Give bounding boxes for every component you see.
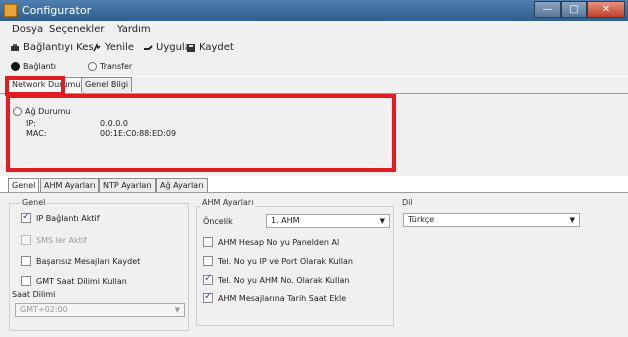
- apply-button[interactable]: Uygula: [143, 42, 191, 53]
- ahm-tel-no-label: Tel. No yu AHM No. Olarak Kullan: [218, 275, 350, 285]
- save-icon: [187, 43, 195, 52]
- gmt-label: GMT Saat Dilimi Kullan: [36, 276, 127, 286]
- menu-secenekler[interactable]: Seçenekler: [49, 24, 104, 35]
- priority-label: Öncelik: [203, 217, 233, 226]
- language-value: Türkçe: [408, 215, 435, 224]
- disconnect-button[interactable]: Bağlantıyı Kes: [10, 42, 94, 53]
- settings-panel: Genel IP Bağlantı Aktif SMS ler Aktif Ba…: [0, 192, 628, 337]
- refresh-icon: [93, 42, 101, 51]
- menu-dosya[interactable]: Dosya: [12, 24, 43, 35]
- timezone-value: GMT+02:00: [20, 305, 68, 314]
- failed-messages-option: Başarısız Mesajları Kaydet: [21, 256, 140, 266]
- chevron-down-icon: ▼: [569, 216, 575, 224]
- priority-select[interactable]: 1. AHM ▼: [266, 214, 390, 228]
- ahm-datetime-label: AHM Mesajlarına Tarih Saat Ekle: [218, 293, 347, 303]
- timezone-label: Saat Dilimi: [12, 290, 56, 299]
- transfer-radio[interactable]: [88, 62, 97, 71]
- connection-label: Bağlantı: [23, 62, 57, 71]
- save-label: Kaydet: [199, 42, 234, 53]
- ahm-option-datetime: AHM Mesajlarına Tarih Saat Ekle: [203, 291, 347, 303]
- save-button[interactable]: Kaydet: [186, 42, 234, 53]
- top-tab-strip: Network Durumu Genel Bilgi: [0, 77, 628, 94]
- mode-selector: Bağlantı Transfer: [0, 58, 628, 76]
- sms-option: SMS ler Aktif: [21, 235, 87, 245]
- toolbar: Bağlantıyı Kes Yenile Uygula Kaydet: [0, 38, 628, 58]
- highlight-box-panel: [6, 94, 396, 172]
- failed-messages-checkbox[interactable]: [21, 256, 31, 266]
- ip-connection-label: IP Bağlantı Aktif: [36, 213, 100, 223]
- gmt-option: GMT Saat Dilimi Kullan: [21, 276, 127, 286]
- tab-network-settings[interactable]: Ağ Ayarları: [156, 178, 208, 193]
- printer-icon: [11, 43, 19, 51]
- general-group-title: Genel: [20, 198, 48, 207]
- title-bar: Configurator — □ ✕: [0, 0, 628, 21]
- language-select[interactable]: Türkçe ▼: [403, 213, 580, 227]
- disconnect-label: Bağlantıyı Kes: [23, 42, 94, 53]
- ahm-account-checkbox[interactable]: [203, 237, 213, 247]
- failed-messages-label: Başarısız Mesajları Kaydet: [36, 256, 141, 266]
- ahm-option-tel-no: Tel. No yu AHM No. Olarak Kullan: [203, 273, 350, 285]
- tab-ahm-settings[interactable]: AHM Ayarları: [40, 178, 100, 193]
- ahm-option-account: AHM Hesap No yu Panelden Al: [203, 237, 339, 247]
- ip-connection-checkbox[interactable]: [21, 211, 31, 223]
- ip-connection-option: IP Bağlantı Aktif: [21, 211, 100, 223]
- ahm-option-ip-port: Tel. No yu IP ve Port Olarak Kullan: [203, 256, 353, 266]
- gmt-checkbox[interactable]: [21, 276, 31, 286]
- ahm-ip-port-label: Tel. No yu IP ve Port Olarak Kullan: [218, 256, 353, 266]
- settings-tab-strip: Genel AHM Ayarları NTP Ayarları Ağ Ayarl…: [0, 178, 628, 195]
- chevron-down-icon: ▼: [379, 217, 385, 225]
- close-button[interactable]: ✕: [587, 1, 625, 18]
- sms-checkbox[interactable]: [21, 235, 31, 245]
- chevron-down-icon: ▼: [174, 306, 180, 314]
- hand-icon: [144, 44, 153, 50]
- ahm-group-title: AHM Ayarları: [200, 198, 256, 207]
- window-title: Configurator: [22, 4, 92, 17]
- ahm-tel-no-checkbox[interactable]: [203, 273, 213, 285]
- ahm-datetime-checkbox[interactable]: [203, 291, 213, 303]
- language-group-title: Dil: [402, 198, 413, 207]
- timezone-select[interactable]: GMT+02:00 ▼: [15, 303, 185, 317]
- app-icon: [4, 4, 17, 17]
- minimize-button[interactable]: —: [534, 1, 561, 18]
- transfer-label: Transfer: [100, 62, 133, 71]
- menu-yardim[interactable]: Yardım: [117, 24, 151, 35]
- connection-radio[interactable]: [11, 62, 20, 71]
- menu-bar: Dosya Seçenekler Yardım: [0, 21, 628, 38]
- priority-value: 1. AHM: [271, 216, 300, 225]
- sms-label: SMS ler Aktif: [36, 235, 87, 245]
- maximize-button[interactable]: □: [561, 1, 587, 18]
- ahm-account-label: AHM Hesap No yu Panelden Al: [218, 237, 340, 247]
- refresh-button[interactable]: Yenile: [92, 42, 134, 53]
- ahm-ip-port-checkbox[interactable]: [203, 256, 213, 266]
- highlight-box-tab: [5, 76, 65, 96]
- tab-general-info[interactable]: Genel Bilgi: [81, 77, 133, 92]
- tab-ntp-settings[interactable]: NTP Ayarları: [99, 178, 156, 193]
- refresh-label: Yenile: [105, 42, 134, 53]
